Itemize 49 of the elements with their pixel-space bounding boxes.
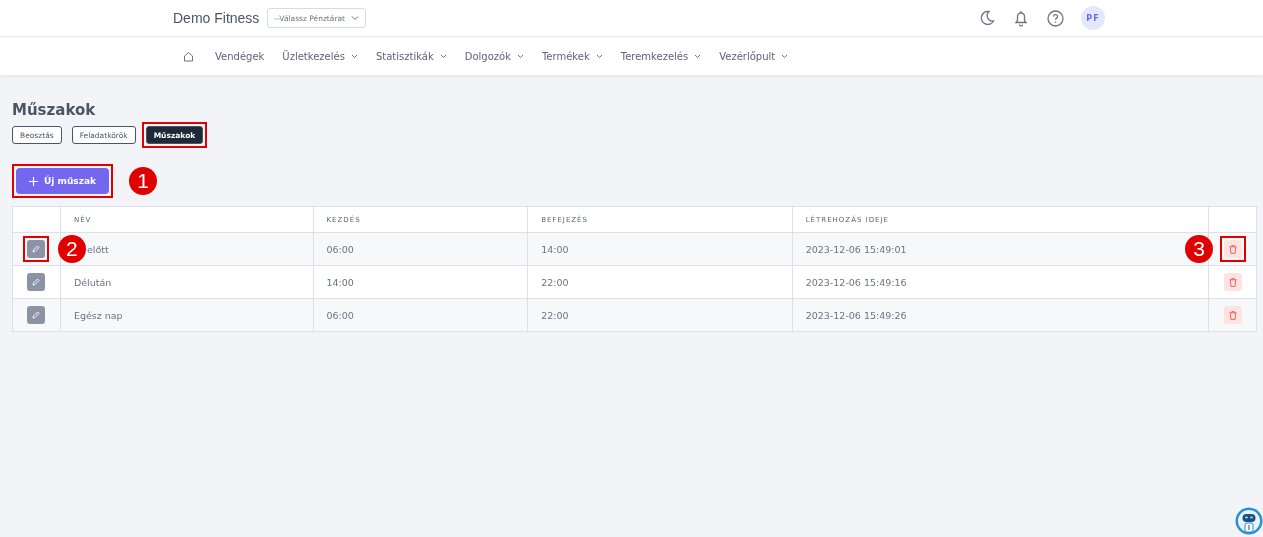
nav-item[interactable]: Dolgozók — [464, 50, 524, 62]
pencil-icon — [32, 311, 41, 319]
chevron-icon — [516, 53, 524, 59]
callout-badge: 2 — [57, 235, 86, 263]
user-avatar[interactable]: PF — [1081, 6, 1105, 30]
chevron-icon — [595, 53, 603, 59]
table-cell: előtt — [86, 243, 109, 255]
plus-icon — [29, 176, 38, 186]
table-cell: 2023-12-06 15:49:26 — [805, 309, 907, 321]
edit-button[interactable] — [27, 273, 46, 291]
callout-badge: 3 — [1185, 235, 1213, 263]
nav-item[interactable]: Statisztikák — [375, 50, 447, 62]
table-cell: 22:00 — [541, 276, 569, 288]
nav-item[interactable]: Vezérlőpult — [719, 50, 789, 62]
new-shift-button[interactable]: Új műszak — [16, 168, 109, 194]
table-cell: 06:00 — [326, 243, 354, 255]
nav-item[interactable]: Vendégek — [215, 50, 265, 62]
table-cell: 14:00 — [326, 276, 354, 288]
callout-badge: 1 — [128, 167, 157, 195]
table-cell: 14:00 — [541, 243, 569, 255]
chevron-icon — [351, 15, 359, 21]
trash-icon — [1228, 277, 1237, 287]
delete-button[interactable] — [1223, 273, 1242, 291]
chevron-icon — [350, 53, 358, 59]
delete-button[interactable] — [1223, 306, 1242, 324]
brand-name: Demo Fitness — [173, 10, 260, 26]
home-icon[interactable] — [183, 50, 194, 62]
edit-button[interactable] — [27, 306, 46, 324]
trash-icon — [1228, 244, 1237, 254]
chevron-icon — [694, 53, 702, 59]
table-cell: Egész nap — [73, 309, 123, 321]
table-cell: 22:00 — [541, 309, 569, 321]
nav-item[interactable]: Teremkezelés — [620, 50, 702, 62]
help-icon[interactable] — [1047, 9, 1064, 27]
nav-item[interactable]: Üzletkezelés — [282, 50, 358, 62]
trash-icon — [1228, 310, 1237, 320]
robot-assistant-icon[interactable] — [1235, 507, 1263, 535]
table-cell: 06:00 — [326, 309, 354, 321]
page-title: Műszakok — [12, 101, 97, 119]
pencil-icon — [32, 245, 41, 253]
table-cell: 2023-12-06 15:49:01 — [805, 243, 907, 255]
moon-icon[interactable] — [979, 10, 995, 26]
chevron-icon — [439, 53, 447, 59]
bell-icon[interactable] — [1013, 9, 1029, 27]
table-cell: 2023-12-06 15:49:16 — [805, 276, 907, 288]
nav-item[interactable]: Termékek — [541, 50, 603, 62]
chevron-icon — [781, 53, 789, 59]
table-cell: Délután — [73, 276, 112, 288]
pencil-icon — [32, 278, 41, 286]
